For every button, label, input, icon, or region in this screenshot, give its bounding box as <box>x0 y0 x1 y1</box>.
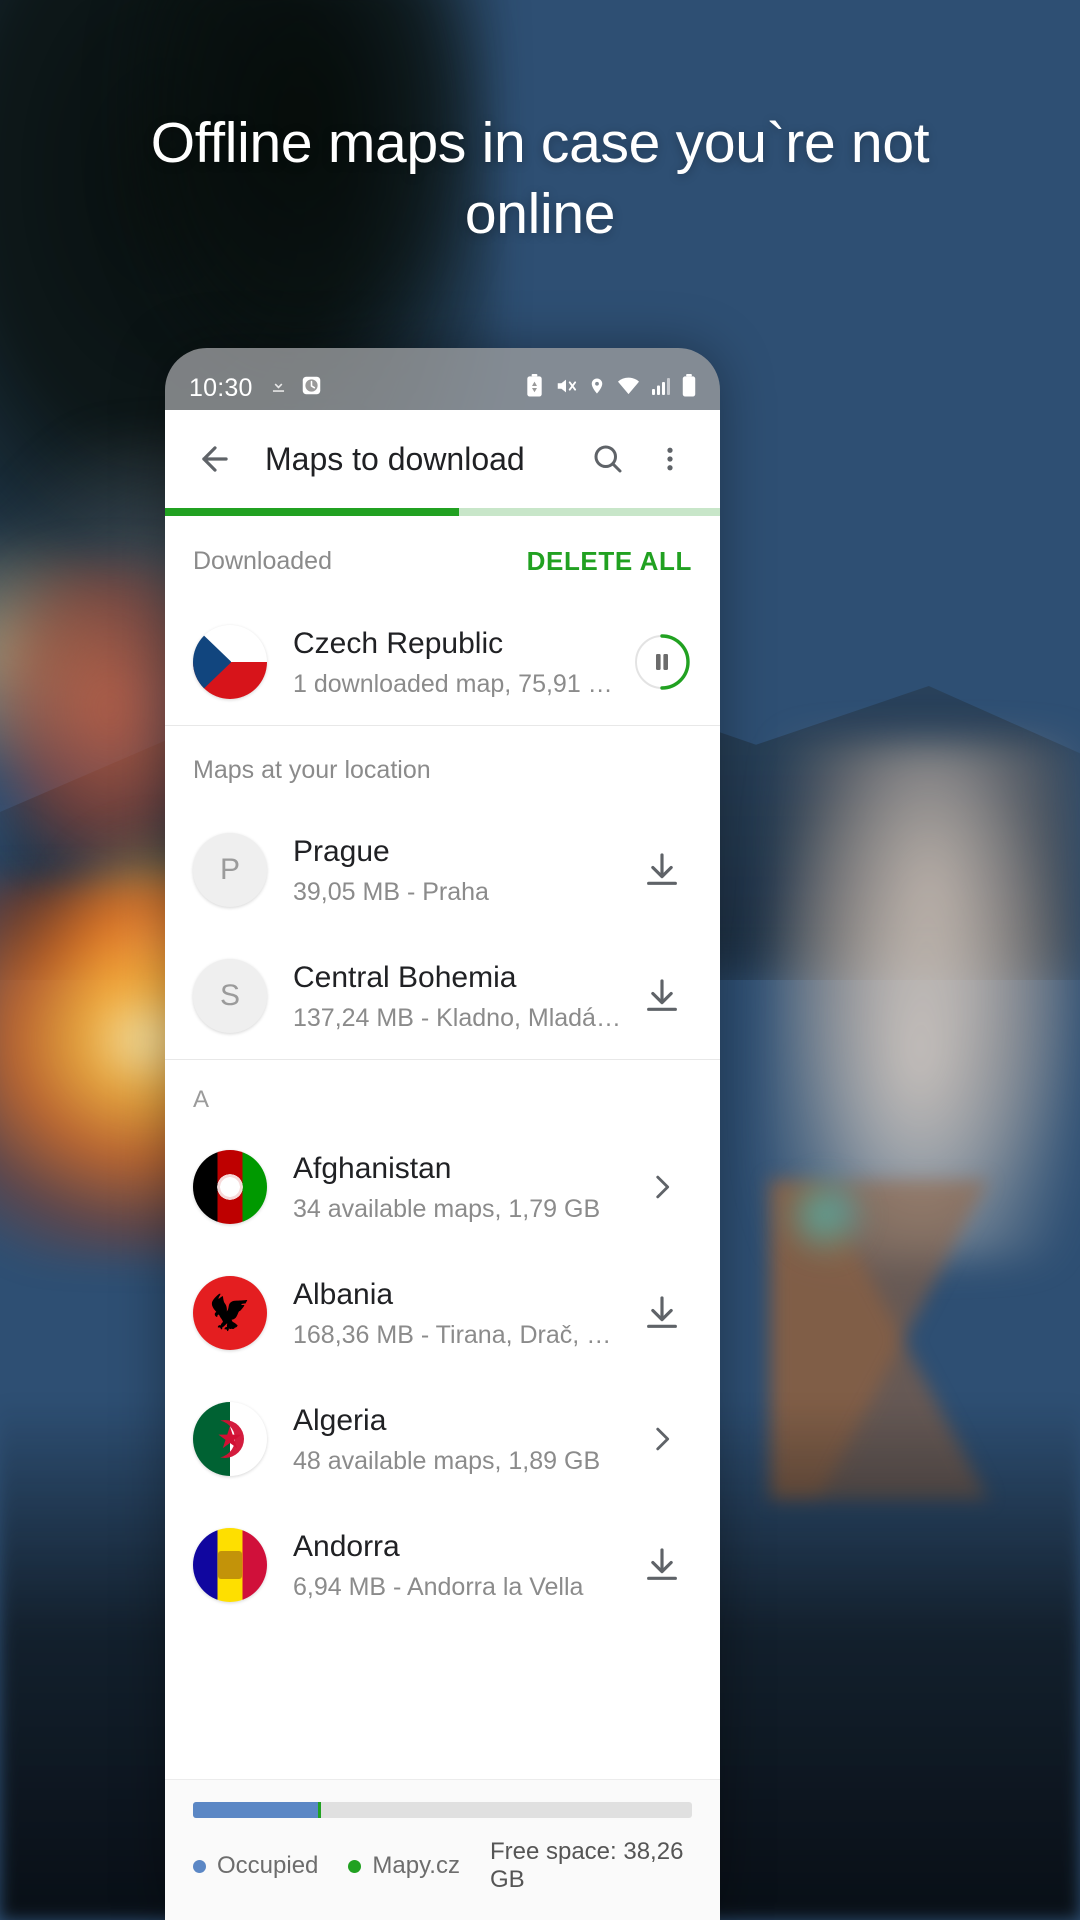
avatar: P <box>193 833 267 907</box>
list-item[interactable]: Albania 168,36 MB - Tirana, Drač, Elbasa… <box>165 1250 720 1376</box>
flag-ad-icon <box>193 1528 267 1602</box>
location-icon <box>588 375 606 402</box>
flag-af-icon <box>193 1150 267 1224</box>
avatar <box>193 1528 267 1602</box>
download-icon[interactable] <box>632 1283 692 1343</box>
storage-occupied-segment <box>193 1802 318 1818</box>
battery-saver-icon <box>525 374 544 402</box>
list-item-title: Afghanistan <box>293 1152 452 1186</box>
list-item-title: Andorra <box>293 1530 400 1564</box>
phone-mockup: 10:30 Maps to download Downloaded DELETE… <box>165 348 720 1920</box>
volume-mute-icon <box>555 375 577 402</box>
alpha-section-header: A <box>193 1086 210 1113</box>
avatar <box>193 1150 267 1224</box>
background-teal-object <box>780 1170 870 1260</box>
list-item-subtitle: 34 available maps, 1,79 GB <box>293 1194 601 1223</box>
promo-headline: Offline maps in case you`re not online <box>150 111 930 247</box>
list-item-title: Algeria <box>293 1404 387 1438</box>
avatar-letter: P <box>219 853 240 886</box>
delete-all-button[interactable]: DELETE ALL <box>527 546 692 577</box>
wifi-icon <box>617 376 640 401</box>
download-progress-fill <box>165 508 460 516</box>
storage-legend: Occupied Mapy.cz Free space: 38,26 GB <box>193 1838 692 1894</box>
chevron-right-icon[interactable] <box>632 1409 692 1469</box>
downloaded-section-title: Downloaded <box>193 547 332 575</box>
list-item[interactable]: Algeria 48 available maps, 1,89 GB <box>165 1376 720 1502</box>
downloaded-section-header: Downloaded DELETE ALL <box>165 516 720 599</box>
legend-occupied: Occupied <box>193 1852 318 1880</box>
avatar <box>193 1402 267 1476</box>
download-icon[interactable] <box>632 966 692 1026</box>
list-item[interactable]: P Prague 39,05 MB - Praha <box>165 807 720 933</box>
download-icon[interactable] <box>632 840 692 900</box>
flag-al-icon <box>193 1276 267 1350</box>
flag-cz-icon <box>193 625 267 699</box>
list-item[interactable]: Afghanistan 34 available maps, 1,79 GB <box>165 1124 720 1250</box>
legend-mapy: Mapy.cz <box>348 1852 460 1880</box>
list-item-title: Albania <box>293 1278 394 1312</box>
alarm-icon <box>301 375 322 401</box>
avatar: S <box>193 959 267 1033</box>
location-section-title: Maps at your location <box>193 756 431 784</box>
legend-dot-occupied <box>193 1859 206 1873</box>
avatar <box>193 1276 267 1350</box>
list-item-subtitle: 1 downloaded map, 75,91 MB <box>293 669 622 698</box>
app-toolbar: Maps to download <box>165 410 720 508</box>
list-item-subtitle: 48 available maps, 1,89 GB <box>293 1446 601 1475</box>
list-fade <box>165 1739 720 1779</box>
download-icon <box>269 376 288 400</box>
legend-mapy-label: Mapy.cz <box>372 1852 460 1879</box>
list-item-title: Czech Republic <box>293 627 504 661</box>
battery-icon <box>682 374 696 402</box>
list-item-subtitle: 168,36 MB - Tirana, Drač, Elbasan <box>293 1320 622 1349</box>
chevron-right-icon[interactable] <box>632 1157 692 1217</box>
list-item[interactable]: S Central Bohemia 137,24 MB - Kladno, Ml… <box>165 933 720 1059</box>
download-progress-bar <box>165 508 720 516</box>
more-options-icon[interactable] <box>642 431 698 487</box>
location-section-header: Maps at your location <box>165 726 720 807</box>
flag-dz-icon <box>193 1402 267 1476</box>
legend-dot-mapy <box>348 1859 362 1873</box>
download-icon[interactable] <box>632 1535 692 1595</box>
maps-list[interactable]: Downloaded DELETE ALL Czech Republic 1 d… <box>165 516 720 1779</box>
legend-occupied-label: Occupied <box>217 1852 319 1879</box>
storage-mapy-segment <box>317 1802 321 1818</box>
page-title: Maps to download <box>265 440 525 477</box>
avatar-letter: S <box>219 979 240 1012</box>
signal-icon <box>651 376 671 401</box>
list-item-title: Prague <box>293 835 390 869</box>
status-time: 10:30 <box>189 373 253 402</box>
status-bar: 10:30 <box>165 348 720 410</box>
list-item-subtitle: 6,94 MB - Andorra la Vella <box>293 1572 584 1601</box>
storage-footer: Occupied Mapy.cz Free space: 38,26 GB <box>165 1779 720 1920</box>
avatar <box>193 625 267 699</box>
list-item-subtitle: 39,05 MB - Praha <box>293 877 489 906</box>
back-arrow-icon[interactable] <box>187 431 243 487</box>
free-space-label: Free space: 38,26 GB <box>489 1838 684 1893</box>
search-icon[interactable] <box>580 431 636 487</box>
list-item[interactable]: Czech Republic 1 downloaded map, 75,91 M… <box>165 599 720 725</box>
list-item-title: Central Bohemia <box>293 961 517 995</box>
storage-bar <box>193 1802 692 1818</box>
list-item-subtitle: 137,24 MB - Kladno, Mladá Boleslav,… <box>293 1003 622 1032</box>
app-screen: Maps to download Downloaded DELETE ALL C… <box>165 410 720 1920</box>
list-item[interactable]: Andorra 6,94 MB - Andorra la Vella <box>165 1502 720 1628</box>
pause-button[interactable] <box>632 632 692 692</box>
